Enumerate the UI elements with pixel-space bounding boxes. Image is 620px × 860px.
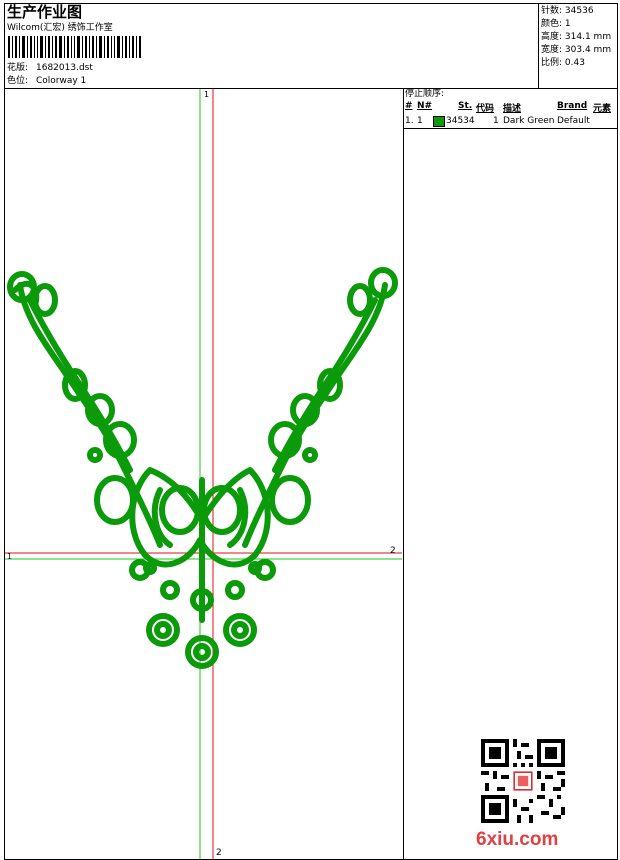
axis-marker-left: 1: [7, 552, 13, 561]
axis-marker-right: 2: [390, 546, 396, 556]
axis-marker-bottom: 2: [216, 848, 222, 858]
axis-marker-top: 1: [204, 90, 210, 99]
watermark-text: 6xiu.com: [476, 829, 559, 850]
qr-code: [481, 739, 565, 823]
embroidery-design: [7, 267, 398, 669]
design-canvas: 1 1 2 2: [0, 0, 620, 860]
